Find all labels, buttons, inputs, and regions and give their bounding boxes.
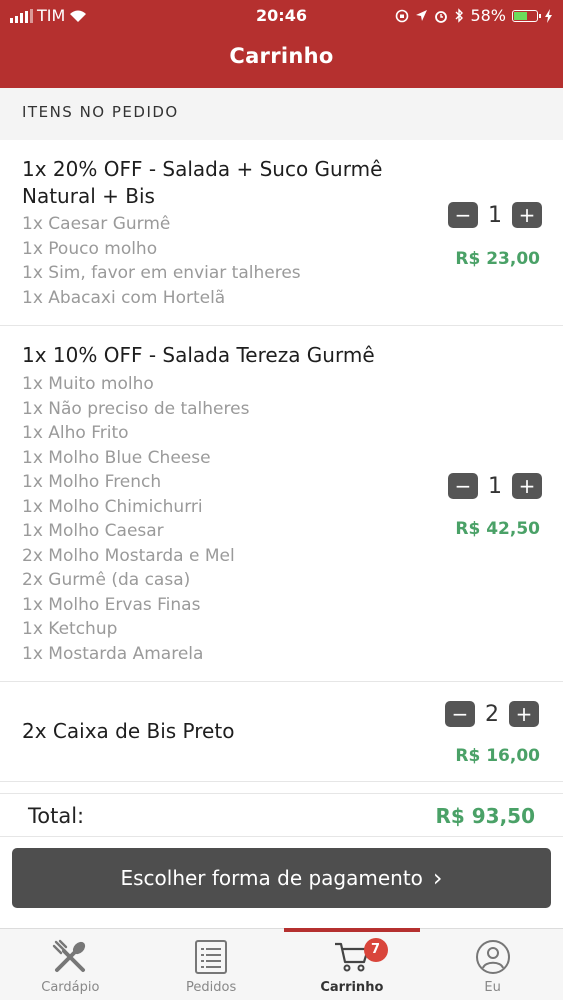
quantity-value: 1 (488, 473, 502, 499)
cart-count-badge: 7 (363, 938, 388, 962)
total-label: Total: (28, 804, 85, 828)
item-option: 1x Molho Ervas Finas (22, 594, 201, 615)
cart-item: 1x 20% OFF - Salada + Suco Gurmê Natural… (0, 140, 563, 326)
battery-percent: 58% (470, 6, 506, 25)
item-option: 1x Abacaxi com Hortelã (22, 287, 226, 308)
item-price: R$ 42,50 (455, 519, 540, 539)
item-option: 1x Muito molho (22, 374, 154, 394)
rotation-lock-icon (396, 9, 409, 22)
status-bar: TIM 20:46 58% (0, 6, 563, 26)
item-option: 1x Molho Caesar (22, 521, 164, 541)
tab-pedidos[interactable]: Pedidos (141, 929, 282, 1000)
section-label: ITENS NO PEDIDO (22, 103, 179, 121)
quantity-value: 2 (485, 701, 499, 727)
item-name: 1x 10% OFF - Salada Tereza Gurmê (22, 343, 375, 367)
total-value: R$ 93,50 (435, 804, 535, 828)
item-option: 1x Molho Chimichurri (22, 496, 203, 517)
item-option: 1x Ketchup (22, 619, 118, 639)
item-option: 1x Sim, favor em enviar talheres (22, 263, 301, 283)
app-header: TIM 20:46 58% Carrinho (0, 0, 563, 88)
tab-bar: Cardápio Pedidos 7 Carrinho Eu (0, 928, 563, 1000)
quantity-value: 1 (488, 202, 502, 228)
battery-fill (514, 11, 527, 20)
decrease-button[interactable]: − (448, 202, 478, 228)
cutlery-icon (53, 939, 86, 972)
increase-button[interactable]: + (509, 701, 539, 727)
quantity-stepper: − 1 + (448, 202, 542, 228)
choose-payment-label: Escolher forma de pagamento (120, 866, 423, 890)
increase-button[interactable]: + (512, 202, 542, 228)
order-items-header: ITENS NO PEDIDO (0, 88, 563, 140)
increase-button[interactable]: + (512, 473, 542, 499)
tab-cardapio[interactable]: Cardápio (0, 929, 141, 1000)
decrease-button[interactable]: − (445, 701, 475, 727)
item-option: 1x Não preciso de talheres (22, 398, 250, 419)
item-option: 1x Pouco molho (22, 238, 158, 259)
item-name: 2x Caixa de Bis Preto (22, 719, 235, 743)
item-option: 1x Caesar Gurmê (22, 214, 171, 234)
item-option: 1x Alho Frito (22, 423, 129, 443)
location-icon (416, 10, 428, 21)
choose-payment-button[interactable]: Escolher forma de pagamento › (12, 848, 551, 908)
page-title: Carrinho (229, 44, 334, 68)
tab-label: Carrinho (320, 980, 384, 995)
quantity-stepper: − 2 + (445, 701, 539, 727)
active-tab-indicator (283, 928, 421, 932)
chevron-right-icon: › (432, 864, 443, 892)
item-option: 2x Gurmê (da casa) (22, 570, 191, 590)
tab-label: Pedidos (186, 980, 237, 995)
tab-carrinho[interactable]: 7 Carrinho (282, 928, 423, 1000)
tab-label: Cardápio (41, 980, 100, 995)
item-option: 1x Mostarda Amarela (22, 643, 204, 664)
item-price: R$ 16,00 (455, 746, 540, 766)
item-option: 1x Molho French (22, 472, 162, 492)
cart-item: 1x 10% OFF - Salada Tereza Gurmê 1x Muit… (0, 326, 563, 682)
decrease-button[interactable]: − (448, 473, 478, 499)
total-bar: Total: R$ 93,50 (0, 793, 563, 837)
user-icon (475, 940, 510, 974)
bluetooth-icon (455, 8, 464, 23)
tab-label: Eu (484, 980, 501, 995)
item-option: 1x Molho Blue Cheese (22, 447, 211, 468)
cart-item: 2x Caixa de Bis Preto − 2 + R$ 16,00 (0, 682, 563, 782)
list-icon (195, 940, 228, 974)
item-price: R$ 23,00 (455, 249, 540, 269)
battery-icon (512, 9, 541, 22)
item-name: 1x 20% OFF - Salada + Suco Gurmê Natural… (22, 157, 383, 208)
quantity-stepper: − 1 + (448, 473, 542, 499)
alarm-icon (435, 10, 448, 23)
charging-icon (545, 8, 552, 23)
item-option: 2x Molho Mostarda e Mel (22, 545, 235, 566)
tab-eu[interactable]: Eu (422, 929, 563, 1000)
